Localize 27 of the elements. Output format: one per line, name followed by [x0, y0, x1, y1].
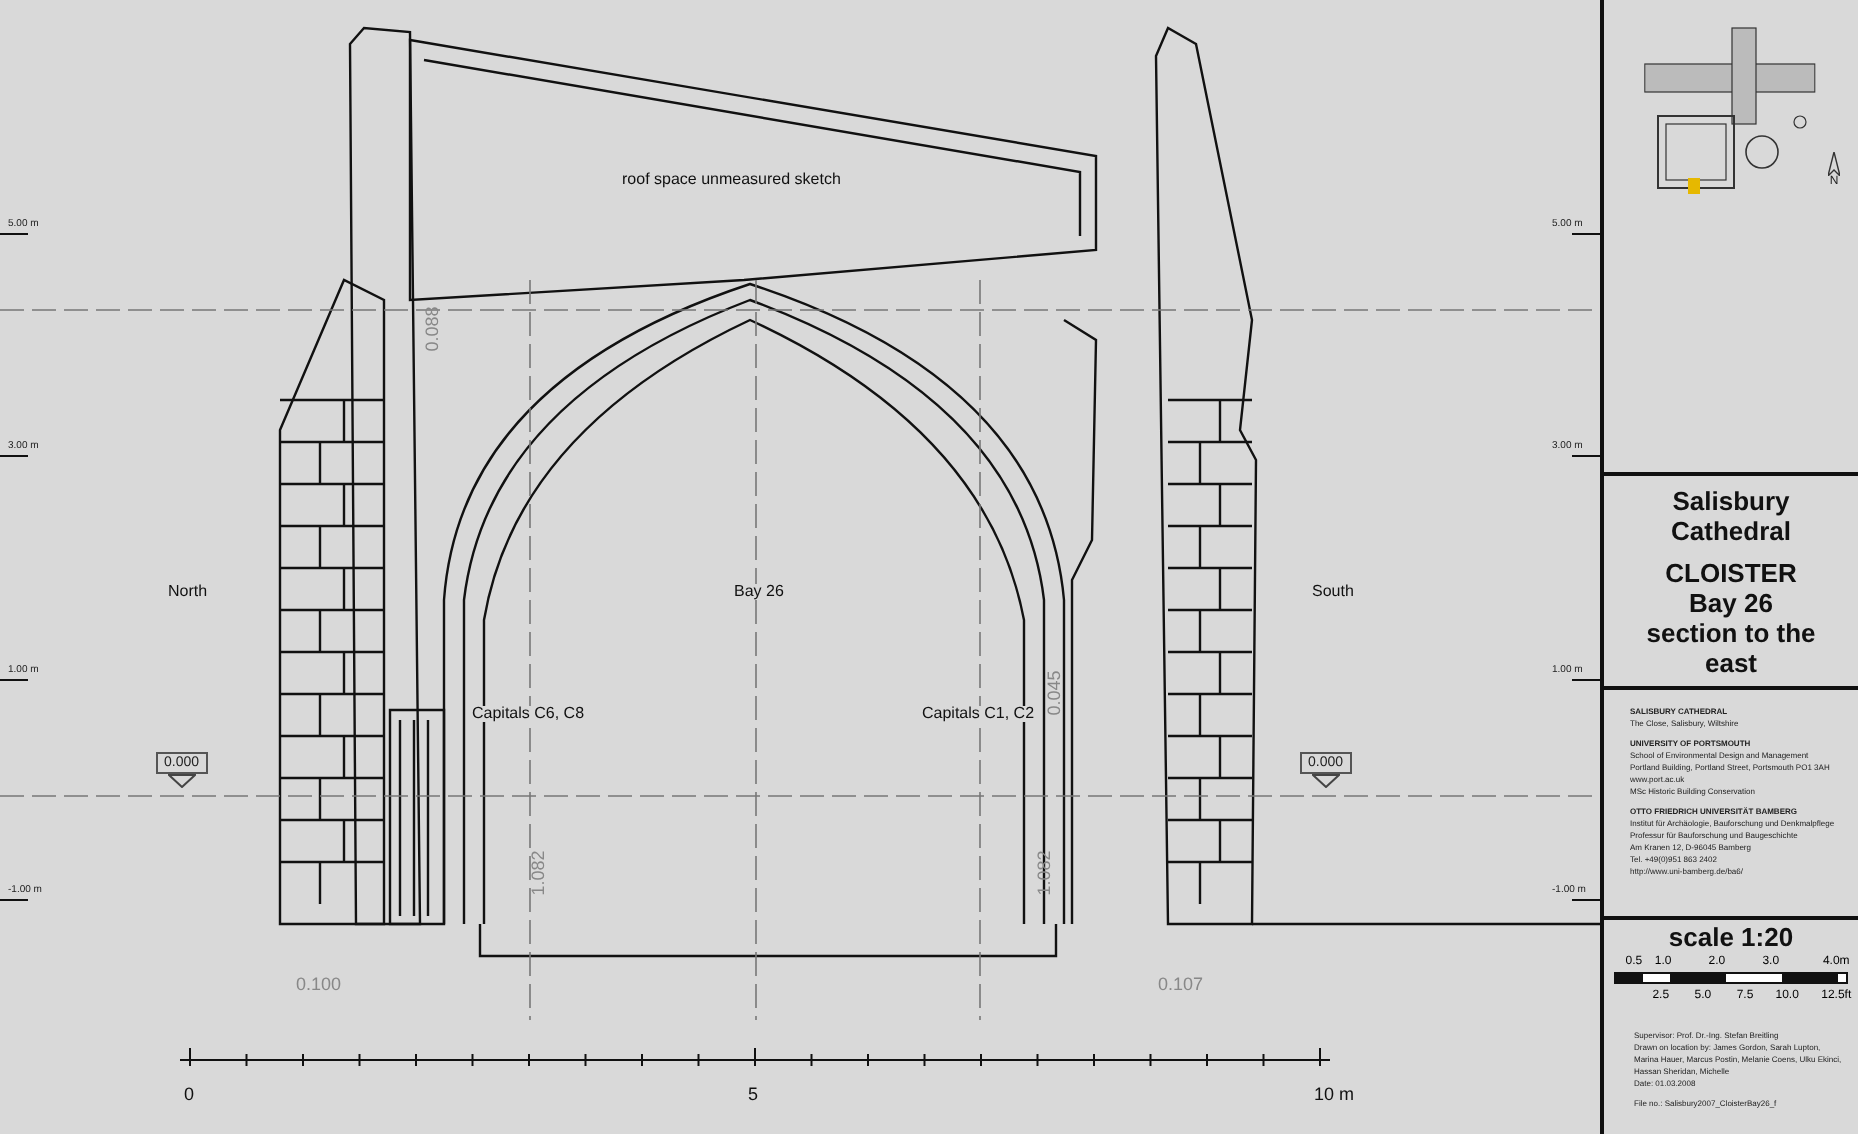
drawing-label: South: [1310, 584, 1356, 600]
dimension-label: 1.082: [1035, 850, 1054, 896]
drawing-title: Salisbury Cathedral: [1669, 485, 1793, 545]
level-tick: [0, 233, 29, 235]
level-tick: [0, 679, 29, 681]
dimension-label: 0.100: [296, 976, 342, 994]
axis-label: 5: [748, 1086, 759, 1104]
datum-triangle-icon: [167, 774, 196, 788]
dimension-label: 0.088: [423, 306, 442, 352]
level-tick: [0, 455, 29, 457]
drawing-label: Capitals C6, C8: [470, 706, 587, 722]
north-arrow-icon: [1828, 152, 1840, 176]
dimension-label: 0.107: [1158, 976, 1204, 994]
drawing-label: North: [166, 584, 210, 600]
level-tick: [0, 899, 29, 901]
drawing-subtitle: section to the east: [1644, 617, 1818, 677]
datum-triangle-icon: [1311, 774, 1340, 788]
drawing-label: Capitals C1, C2: [920, 706, 1037, 722]
scale-title: scale 1:20: [1666, 922, 1796, 954]
dimension-label: 1.082: [529, 850, 548, 896]
drawing-subtitle: Bay 26: [1689, 587, 1773, 617]
drawing-label: Bay 26: [732, 584, 786, 600]
axis-label: 10 m: [1314, 1086, 1355, 1104]
drawing-label: roof space unmeasured sketch: [620, 172, 843, 188]
drawing-subtitle: CLOISTER: [1665, 557, 1797, 587]
axis-label: 0: [184, 1086, 195, 1104]
dimension-label: 0.045: [1045, 670, 1064, 716]
